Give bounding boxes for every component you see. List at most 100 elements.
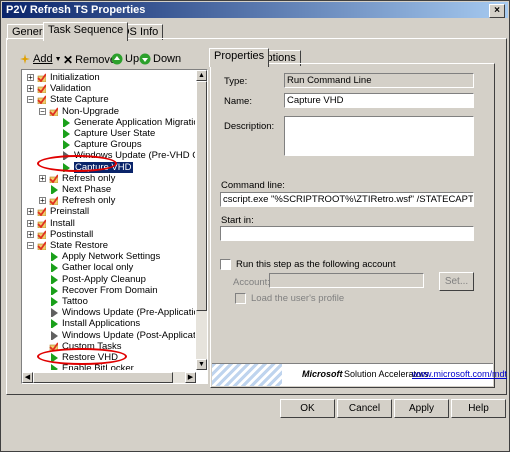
tree-item-label: Apply Network Settings bbox=[62, 251, 161, 263]
account-label: Account: bbox=[233, 277, 270, 288]
up-button[interactable]: Up bbox=[111, 53, 139, 65]
description-field[interactable] bbox=[284, 116, 474, 156]
remove-x-icon: ✕ bbox=[63, 53, 74, 67]
help-button[interactable]: Help bbox=[451, 399, 506, 418]
step-arrow-icon bbox=[51, 185, 58, 194]
cancel-button[interactable]: Cancel bbox=[337, 399, 392, 418]
apply-button[interactable]: Apply bbox=[394, 399, 449, 418]
run-as-checkbox[interactable] bbox=[220, 259, 231, 270]
tree-item-label: Capture Groups bbox=[74, 139, 142, 151]
expand-icon[interactable]: + bbox=[39, 197, 46, 205]
group-check-icon bbox=[37, 207, 46, 217]
tree-item-label: Next Phase bbox=[62, 184, 112, 195]
collapse-icon[interactable]: − bbox=[27, 242, 34, 250]
start-in-field[interactable] bbox=[220, 226, 474, 241]
disabled-step-icon bbox=[51, 308, 58, 318]
type-value: Run Command Line bbox=[284, 73, 474, 88]
scroll-left-icon[interactable]: ◀ bbox=[22, 372, 33, 383]
step-arrow-icon bbox=[51, 297, 58, 306]
mdt-link[interactable]: www.microsoft.com/mdt bbox=[412, 369, 507, 379]
scroll-up-icon[interactable]: ▲ bbox=[196, 70, 207, 81]
tree-item-label: Initialization bbox=[50, 72, 100, 83]
step-arrow-icon bbox=[51, 319, 58, 329]
annotation-circle-restore-vhd bbox=[37, 348, 127, 365]
tab-properties[interactable]: Properties bbox=[209, 48, 270, 67]
expand-icon[interactable]: + bbox=[27, 74, 34, 82]
expand-icon[interactable]: + bbox=[27, 85, 34, 93]
tree-item-label: Preinstall bbox=[50, 206, 90, 218]
step-arrow-icon bbox=[63, 140, 70, 150]
tab-task-sequence[interactable]: Task Sequence bbox=[43, 22, 129, 41]
disabled-step-icon bbox=[51, 330, 58, 340]
name-field[interactable]: Capture VHD bbox=[284, 93, 474, 108]
step-arrow-icon bbox=[63, 117, 70, 127]
tree-item-label: State Restore bbox=[50, 240, 109, 251]
step-arrow-icon bbox=[51, 364, 58, 370]
tree-item-label: Install Applications bbox=[62, 318, 141, 330]
set-account-button[interactable]: Set... bbox=[439, 272, 474, 291]
group-check-icon bbox=[49, 174, 58, 183]
horizontal-scroll-thumb[interactable] bbox=[33, 372, 173, 383]
tree-item-label: Non-Upgrade bbox=[62, 105, 120, 117]
add-label: Add bbox=[33, 53, 53, 65]
down-arrow-icon bbox=[139, 53, 151, 65]
up-arrow-icon bbox=[111, 53, 123, 65]
tree-item-label: Install bbox=[50, 217, 75, 229]
dropdown-arrow-icon: ▼ bbox=[54, 55, 62, 63]
expand-icon[interactable]: + bbox=[39, 174, 46, 182]
load-profile-label: Load the user's profile bbox=[251, 293, 345, 304]
scroll-down-icon[interactable]: ▼ bbox=[196, 359, 207, 370]
tree-item-label: Capture User State bbox=[74, 128, 156, 139]
group-check-icon bbox=[37, 95, 46, 105]
tree-item-label: Windows Update (Pre-Application Inst bbox=[62, 307, 195, 319]
start-in-label: Start in: bbox=[221, 215, 254, 226]
load-profile-checkbox[interactable] bbox=[235, 293, 246, 304]
expand-icon[interactable]: + bbox=[27, 219, 34, 227]
annotation-circle-capture-vhd bbox=[37, 155, 117, 172]
tree-item-label: Tattoo bbox=[62, 296, 88, 307]
vertical-scrollbar[interactable]: ▲ ▼ bbox=[196, 70, 207, 370]
group-check-icon bbox=[37, 230, 46, 239]
remove-label: Remove bbox=[75, 54, 117, 66]
tree-item-label: State Capture bbox=[50, 94, 109, 106]
step-arrow-icon bbox=[51, 252, 58, 262]
run-as-label: Run this step as the following account bbox=[236, 259, 396, 270]
collapse-icon[interactable]: − bbox=[39, 107, 46, 115]
collapse-icon[interactable]: − bbox=[27, 96, 34, 104]
expand-icon[interactable]: + bbox=[27, 230, 34, 238]
tree-item-label: Recover From Domain bbox=[62, 284, 158, 296]
type-label: Type: bbox=[224, 76, 248, 87]
group-check-icon bbox=[37, 73, 46, 82]
solution-accelerators-banner: Microsoft Solution Accelerators www.micr… bbox=[212, 363, 507, 386]
tree-item-label: Refresh only bbox=[62, 195, 116, 207]
scroll-right-icon[interactable]: ▶ bbox=[185, 372, 196, 383]
command-line-label: Command line: bbox=[221, 180, 285, 191]
down-label: Down bbox=[153, 53, 182, 65]
properties-panel: Type: Run Command Line Name: Capture VHD… bbox=[210, 63, 507, 388]
expand-icon[interactable]: + bbox=[27, 208, 34, 216]
group-check-icon bbox=[37, 241, 46, 250]
title-bar[interactable]: P2V Refresh TS Properties × bbox=[2, 2, 508, 18]
down-button[interactable]: Down bbox=[139, 53, 181, 65]
step-arrow-icon bbox=[51, 274, 58, 284]
step-arrow-icon bbox=[63, 129, 70, 138]
command-line-field[interactable]: cscript.exe "%SCRIPTROOT%\ZTIRetro.wsf" … bbox=[220, 192, 474, 207]
properties-dialog: P2V Refresh TS Properties × General Task… bbox=[0, 0, 510, 452]
horizontal-scrollbar[interactable]: ◀ ▶ bbox=[22, 372, 196, 383]
ok-button[interactable]: OK bbox=[280, 399, 335, 418]
window-title: P2V Refresh TS Properties bbox=[6, 4, 146, 16]
add-star-icon bbox=[20, 54, 30, 64]
microsoft-logo: Microsoft bbox=[302, 369, 343, 379]
close-icon[interactable]: × bbox=[489, 4, 505, 18]
tree-viewport: + Initialization + Validation − State Capture… bbox=[23, 71, 195, 370]
group-check-icon bbox=[49, 196, 58, 206]
name-label: Name: bbox=[224, 96, 252, 107]
account-field[interactable] bbox=[269, 273, 424, 288]
group-check-icon bbox=[49, 107, 58, 116]
up-label: Up bbox=[125, 53, 140, 65]
add-button[interactable]: Add ▼ bbox=[19, 53, 62, 65]
remove-button[interactable]: ✕ Remove bbox=[63, 53, 116, 67]
step-arrow-icon bbox=[51, 263, 58, 273]
task-sequence-tree[interactable]: + Initialization + Validation − State Capture… bbox=[21, 69, 208, 384]
vertical-scroll-thumb[interactable] bbox=[196, 81, 207, 311]
